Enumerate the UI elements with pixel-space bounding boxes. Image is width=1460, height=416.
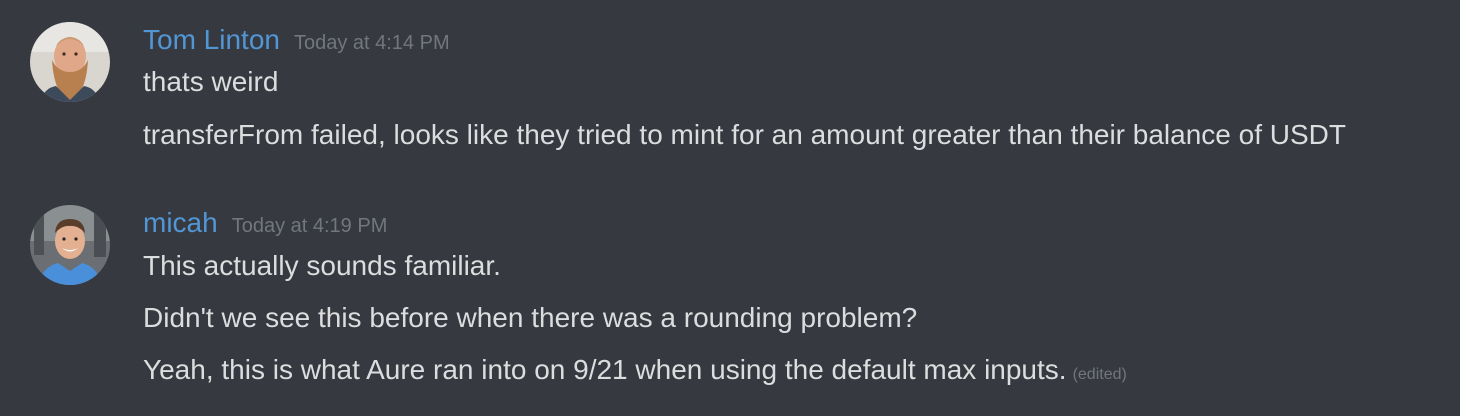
username[interactable]: Tom Linton: [143, 24, 280, 55]
message-header: Tom Linton Today at 4:14 PM: [143, 20, 450, 60]
message-text: transferFrom failed, looks like they tri…: [143, 119, 1347, 150]
message-text: thats weird: [143, 66, 279, 97]
message-header: micah Today at 4:19 PM: [143, 203, 387, 243]
timestamp: Today at 4:14 PM: [293, 32, 450, 54]
message-text: Didn't we see this before when there was…: [143, 302, 918, 333]
timestamp: Today at 4:19 PM: [231, 215, 388, 237]
message-text: Yeah, this is what Aure ran into on 9/21…: [143, 354, 1067, 385]
message-text: This actually sounds familiar.: [143, 250, 501, 281]
edited-label: (edited): [1072, 366, 1127, 383]
message-text-row: Yeah, this is what Aure ran into on 9/21…: [143, 352, 1127, 393]
username[interactable]: micah: [143, 207, 218, 238]
chat-messages: Tom Linton Today at 4:14 PM thats weird t…: [0, 0, 1460, 416]
avatar[interactable]: [30, 205, 110, 285]
smiling-man-avatar-icon: [30, 205, 110, 285]
avatar[interactable]: [30, 22, 110, 102]
bearded-man-avatar-icon: [30, 22, 110, 102]
